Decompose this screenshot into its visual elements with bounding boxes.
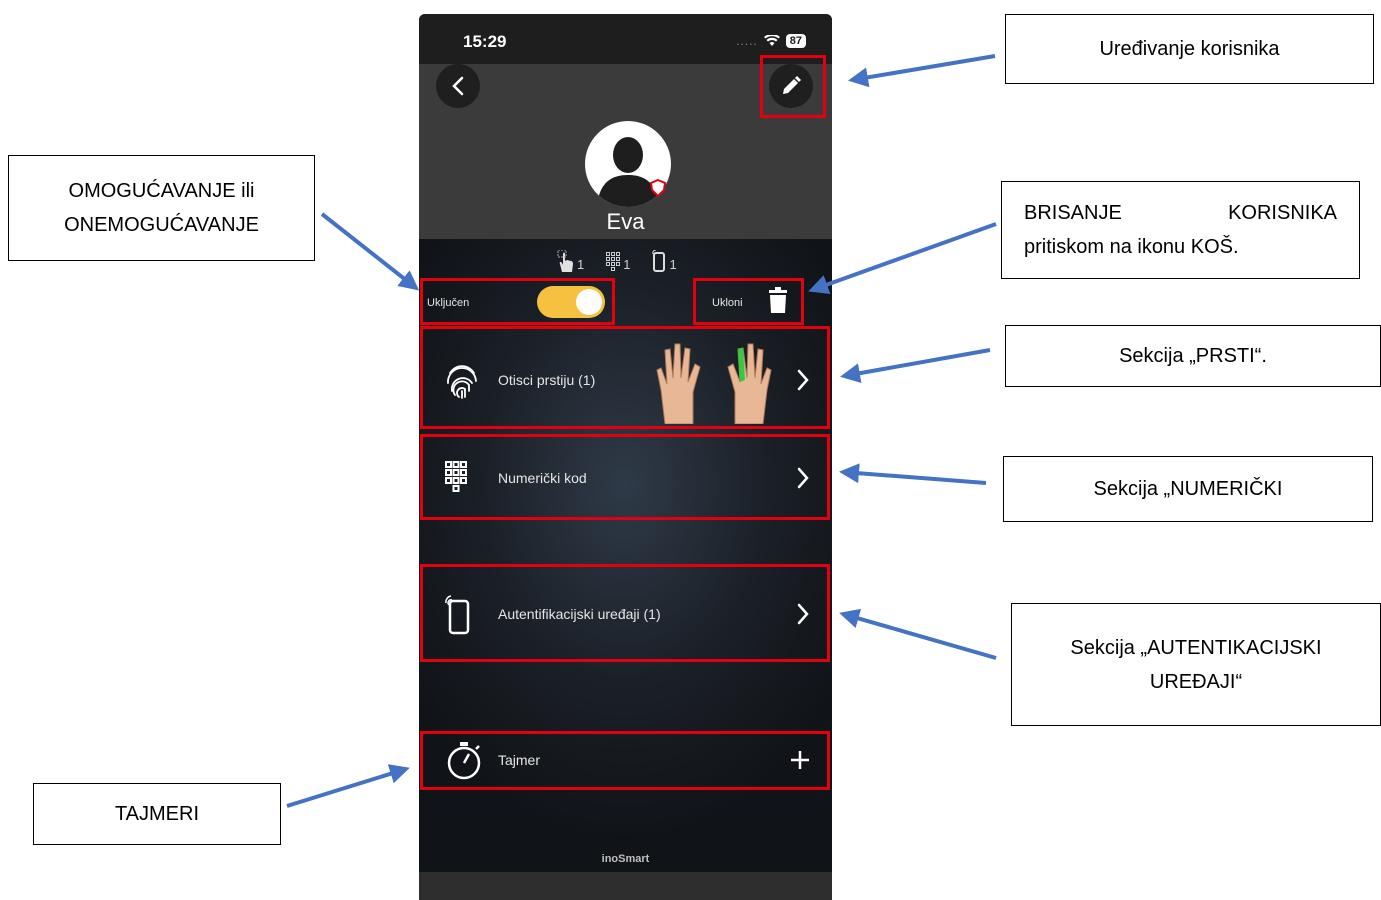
arrows-layer: [286, 54, 997, 808]
callout-fingers: Sekcija „PRSTI“.: [1005, 325, 1381, 387]
arrow-delete: [808, 222, 997, 295]
arrow-numeric: [839, 463, 987, 485]
arrow-timers: [286, 764, 410, 808]
callout-numeric: Sekcija „NUMERIČKI: [1003, 456, 1373, 522]
arrow-fingers: [840, 348, 991, 384]
arrow-edit: [848, 54, 996, 88]
callout-auth-devices: Sekcija „AUTENTIKACIJSKI UREĐAJI“: [1011, 603, 1381, 726]
callout-enable: OMOGUĆAVANJE ili ONEMOGUĆAVANJE: [8, 155, 315, 261]
callout-delete: BRISANJE KORISNIKA pritiskom na ikonu KO…: [1001, 181, 1360, 279]
callout-timers: TAJMERI: [33, 783, 281, 845]
arrow-auth: [839, 608, 997, 660]
arrow-enable: [320, 212, 420, 291]
callout-edit-user: Uređivanje korisnika: [1005, 14, 1374, 84]
